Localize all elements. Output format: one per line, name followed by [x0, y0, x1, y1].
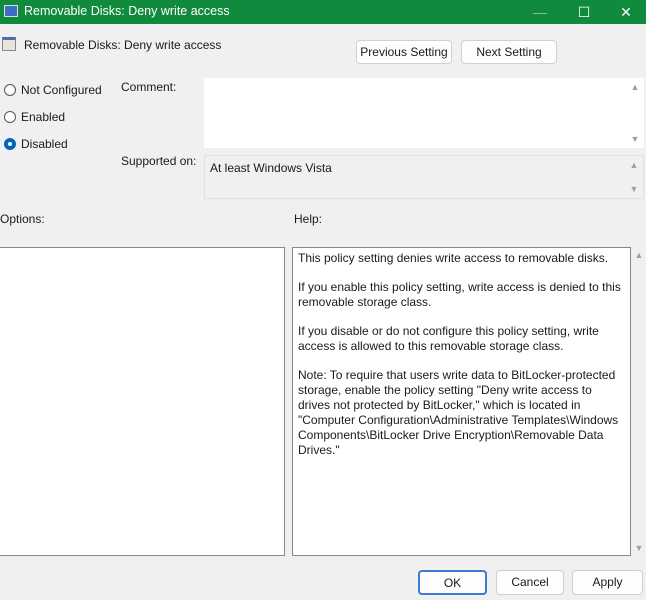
close-button[interactable]: ✕: [606, 0, 646, 24]
scroll-up-icon[interactable]: ▲: [628, 82, 642, 92]
window-title: Removable Disks: Deny write access: [24, 4, 230, 18]
help-paragraph: If you disable or do not configure this …: [298, 324, 599, 353]
scroll-up-icon[interactable]: ▲: [627, 160, 641, 170]
radio-not-configured[interactable]: Not Configured: [4, 82, 102, 98]
app-icon: [4, 5, 18, 17]
radio-disabled[interactable]: Disabled: [4, 136, 68, 152]
maximize-button[interactable]: ☐: [564, 0, 604, 24]
ok-button[interactable]: OK: [418, 570, 487, 595]
next-setting-button[interactable]: Next Setting: [461, 40, 557, 64]
help-panel: This policy setting denies write access …: [292, 247, 631, 556]
supported-field: At least Windows Vista ▲ ▼: [204, 155, 644, 199]
help-paragraph: If you enable this policy setting, write…: [298, 280, 621, 309]
previous-setting-button[interactable]: Previous Setting: [356, 40, 452, 64]
comment-label: Comment:: [121, 80, 177, 94]
cancel-button[interactable]: Cancel: [496, 570, 564, 595]
help-scroll-down-icon[interactable]: ▼: [632, 543, 646, 553]
radio-circle[interactable]: [4, 111, 16, 123]
policy-icon: [2, 37, 16, 51]
scroll-down-icon[interactable]: ▼: [628, 134, 642, 144]
help-paragraph: This policy setting denies write access …: [298, 251, 609, 265]
radio-circle-selected[interactable]: [4, 138, 16, 150]
options-label: Options:: [0, 212, 45, 226]
radio-label: Enabled: [21, 110, 66, 124]
radio-label: Not Configured: [21, 83, 102, 97]
scroll-down-icon[interactable]: ▼: [627, 184, 641, 194]
options-panel: [0, 247, 285, 556]
help-scroll-up-icon[interactable]: ▲: [632, 250, 646, 260]
radio-circle[interactable]: [4, 84, 16, 96]
help-paragraph: Note: To require that users write data t…: [298, 368, 619, 457]
policy-title: Removable Disks: Deny write access: [24, 38, 222, 52]
minimize-button[interactable]: —: [520, 0, 560, 24]
radio-label: Disabled: [21, 137, 68, 151]
apply-button[interactable]: Apply: [572, 570, 643, 595]
title-bar: Removable Disks: Deny write access — ☐ ✕: [0, 0, 646, 24]
help-label: Help:: [294, 212, 323, 226]
supported-value: At least Windows Vista: [210, 161, 332, 175]
supported-label: Supported on:: [121, 154, 197, 168]
radio-enabled[interactable]: Enabled: [4, 109, 65, 125]
comment-input[interactable]: ▲ ▼: [204, 78, 644, 148]
